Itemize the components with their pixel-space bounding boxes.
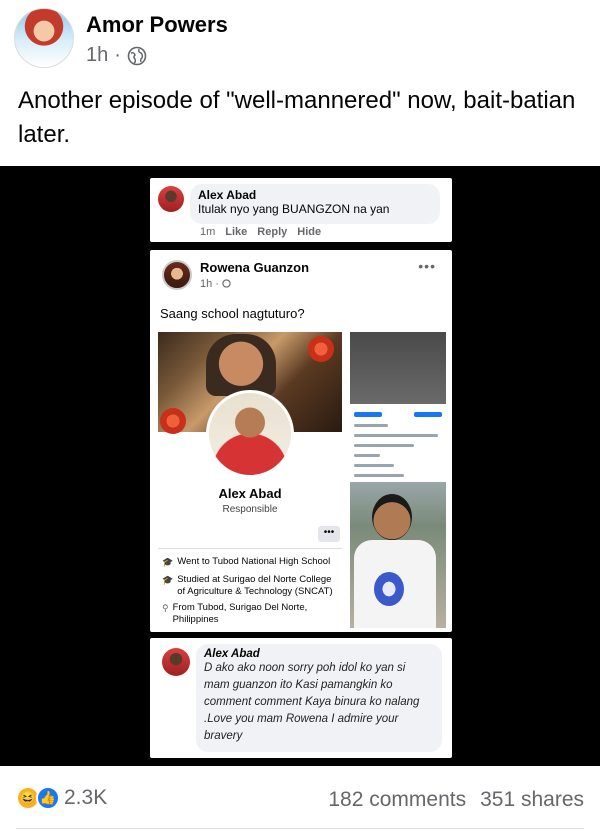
more-options-icon: ••• <box>418 258 436 274</box>
comment-text: Itulak nyo yang BUANGZON na yan <box>198 202 390 216</box>
location-pin-icon: ⚲ <box>162 603 169 613</box>
profile-name: Alex Abad <box>218 486 282 501</box>
info-text: Studied at Surigao del Norte College of … <box>177 574 333 597</box>
side-text-line <box>354 424 388 427</box>
embedded-comment-top: Alex Abad Itulak nyo yang BUANGZON na ya… <box>150 178 452 242</box>
rose-decoration <box>160 408 186 434</box>
info-row-school: 🎓 Went to Tubod National High School <box>162 556 330 568</box>
comment-bubble: Alex Abad D ako ako noon sorry poh idol … <box>196 644 442 752</box>
comment-actions: 1m Like Reply Hide <box>200 226 321 238</box>
globe-icon <box>127 46 147 65</box>
comment-hide: Hide <box>297 226 322 238</box>
commenter-name: Alex Abad <box>204 648 260 660</box>
comment-bubble: Alex Abad Itulak nyo yang BUANGZON na ya… <box>190 184 440 224</box>
post-text: Another episode of "well-mannered" now, … <box>18 87 576 148</box>
photo-medal <box>374 572 404 606</box>
post-meta: 1h · <box>86 44 147 67</box>
info-row-hometown: ⚲ From Tubod, Surigao Del Norte, Philipp… <box>162 602 338 626</box>
embedded-post-text: Saang school nagtuturo? <box>160 306 305 321</box>
graduation-cap-icon: 🎓 <box>162 557 174 567</box>
comments-count[interactable]: 182 comments <box>328 788 466 812</box>
cover-face <box>206 334 276 396</box>
author-avatar[interactable] <box>14 8 74 68</box>
divider <box>158 548 342 549</box>
reactions-summary[interactable]: 😆 👍 2.3K <box>16 786 107 810</box>
profile-screenshot: Alex Abad Responsible ••• 🎓 Went to Tubo… <box>158 332 342 628</box>
side-text-line <box>354 454 380 457</box>
embedded-comment-bottom: Alex Abad D ako ako noon sorry poh idol … <box>150 638 452 758</box>
graduation-cap-icon: 🎓 <box>162 575 174 585</box>
embedded-post-time: 1h · <box>200 278 219 290</box>
post-time[interactable]: 1h <box>86 44 108 67</box>
rose-decoration <box>308 336 334 362</box>
commenter-avatar <box>162 648 190 676</box>
embedded-author-name: Rowena Guanzon <box>200 260 310 275</box>
divider <box>16 828 584 829</box>
info-text: From Tubod, Surigao Del Norte, Philippin… <box>172 602 308 625</box>
reaction-count[interactable]: 2.3K <box>64 786 107 810</box>
profile-more-button: ••• <box>318 526 340 542</box>
profile-picture <box>206 390 294 478</box>
side-text-line <box>354 444 414 447</box>
side-text-line <box>354 434 438 437</box>
side-screenshot <box>350 332 446 482</box>
post-stats: 182 comments 351 shares <box>328 788 584 812</box>
person-photo <box>350 482 446 628</box>
embedded-author-avatar <box>162 260 192 290</box>
comment-like: Like <box>225 226 248 238</box>
commenter-name: Alex Abad <box>198 188 257 202</box>
post-header: Amor Powers 1h · <box>0 0 600 80</box>
comment-time: 1m <box>200 226 216 238</box>
side-link <box>354 412 382 417</box>
like-reaction-icon: 👍 <box>36 786 60 810</box>
comment-text: D ako ako noon sorry poh idol ko yan si … <box>204 662 420 742</box>
meta-separator: · <box>114 44 121 66</box>
profile-subtitle: Responsible <box>222 504 278 515</box>
shares-count[interactable]: 351 shares <box>480 788 584 812</box>
comment-reply: Reply <box>257 226 288 238</box>
side-dark-image <box>350 332 446 404</box>
embedded-post: Rowena Guanzon 1h · ••• Saang school nag… <box>150 250 452 632</box>
photo-head <box>372 494 412 540</box>
info-text: Went to Tubod National High School <box>177 556 331 567</box>
side-text-line <box>354 474 404 477</box>
embedded-post-meta: 1h · <box>200 278 231 290</box>
side-text-line <box>354 464 394 467</box>
author-name[interactable]: Amor Powers <box>86 12 228 38</box>
commenter-avatar <box>158 186 184 212</box>
globe-icon <box>222 279 231 288</box>
side-button <box>414 412 442 417</box>
info-row-college: 🎓 Studied at Surigao del Norte College o… <box>162 574 338 598</box>
